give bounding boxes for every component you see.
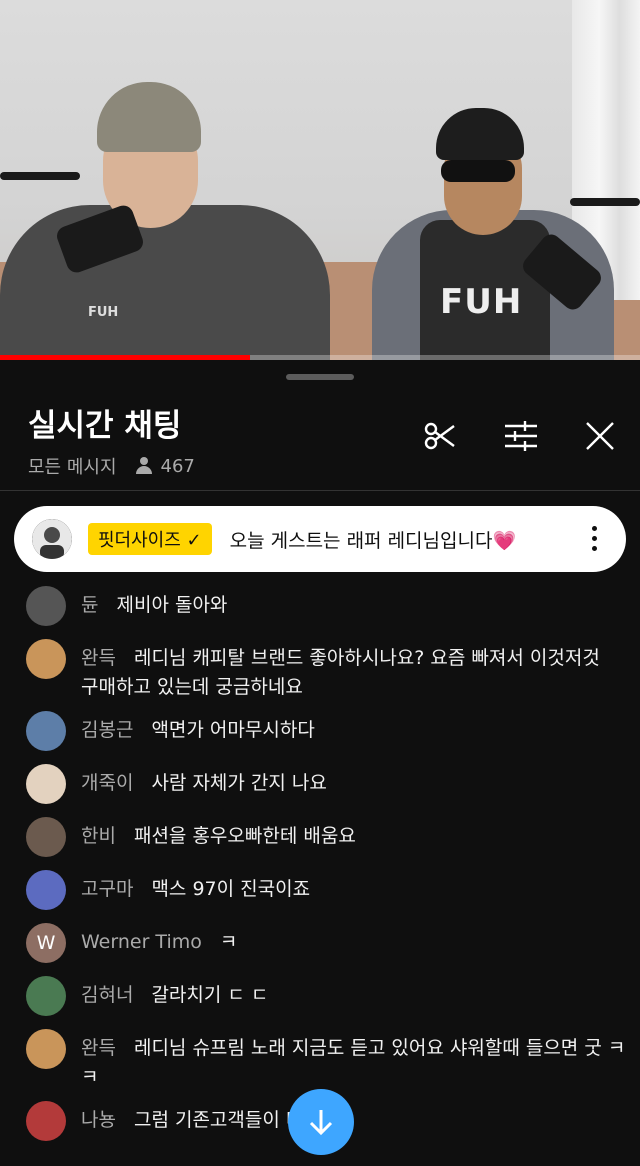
- message-text: 레디님 슈프림 노래 지금도 듣고 있어요 샤워할때 들으면 굿 ㅋ: [133, 1037, 626, 1059]
- close-icon[interactable]: [580, 416, 620, 456]
- author-name[interactable]: 완득: [81, 1037, 116, 1059]
- message-text: 사람 자체가 간지 나요: [151, 772, 327, 794]
- author-name[interactable]: Werner Timo: [81, 931, 202, 953]
- chat-message[interactable]: 김봉근 액면가 어마무시하다: [26, 711, 626, 751]
- guest-right-sunglasses: [441, 160, 515, 182]
- author-name[interactable]: 개죽이: [81, 772, 133, 794]
- author-name[interactable]: 김봉근: [81, 719, 133, 741]
- viewer-count: 467: [160, 455, 195, 477]
- pinned-text: 오늘 게스트는 래퍼 레디님입니다💗: [229, 529, 517, 552]
- author-name[interactable]: 김혀너: [81, 984, 133, 1006]
- message-text: 맥스 97이 진국이죠: [151, 878, 311, 900]
- guest-right-cap: [436, 108, 524, 160]
- channel-badge[interactable]: 핏더사이즈 ✓: [88, 523, 212, 555]
- author-name[interactable]: 고구마: [81, 878, 133, 900]
- arrow-down-icon: [309, 1110, 333, 1136]
- author-avatar[interactable]: [26, 586, 66, 626]
- author-name[interactable]: 완득: [81, 647, 116, 669]
- sliders-icon[interactable]: [501, 416, 541, 456]
- chat-message-body: 완득 레디님 슈프림 노래 지금도 듣고 있어요 샤워할때 들으면 굿 ㅋㅋ: [81, 1029, 625, 1092]
- message-text: 그럼 기존고객들이 더: [133, 1109, 304, 1131]
- author-avatar[interactable]: [26, 1029, 66, 1069]
- host-left-beanie: [97, 82, 201, 152]
- mic-arm-left: [0, 172, 80, 180]
- message-text: 액면가 어마무시하다: [151, 719, 315, 741]
- author-avatar[interactable]: [26, 639, 66, 679]
- message-text-continued: ㅋ: [81, 1066, 99, 1088]
- message-text: ㅋ: [219, 931, 238, 953]
- author-name[interactable]: 나뇽: [81, 1109, 116, 1131]
- chat-message-body: 김혀너 갈라치기 ㄷ ㄷ: [81, 976, 268, 1010]
- chat-message-body: 김봉근 액면가 어마무시하다: [81, 711, 315, 745]
- chat-message-body: 한비 패션을 홍우오빠한테 배움요: [81, 817, 356, 851]
- author-name[interactable]: 한비: [81, 825, 116, 847]
- author-avatar[interactable]: [26, 817, 66, 857]
- chat-message-body: 듄 제비아 돌아와: [81, 586, 227, 620]
- author-avatar[interactable]: W: [26, 923, 66, 963]
- author-avatar[interactable]: [26, 711, 66, 751]
- shirt-logo-left: FUH: [88, 305, 119, 320]
- host-left-body: [0, 205, 330, 360]
- message-text: 패션을 홍우오빠한테 배움요: [133, 825, 356, 847]
- chat-message[interactable]: 한비 패션을 홍우오빠한테 배움요: [26, 817, 626, 857]
- pinned-avatar: [32, 519, 72, 559]
- author-avatar[interactable]: [26, 870, 66, 910]
- message-text: 제비아 돌아와: [116, 594, 228, 616]
- header-divider: [0, 490, 640, 491]
- panel-title: 실시간 채팅: [28, 408, 182, 444]
- chat-message-body: Werner Timo ㅋ: [81, 923, 237, 957]
- message-text: 레디님 캐피탈 브랜드 좋아하시나요? 요즘 빠져서 이것저것: [133, 647, 600, 669]
- live-chat-panel: 실시간 채팅 모든 메시지 467 핏더사이즈 ✓ 오늘 게스트는 래퍼 레디님…: [0, 360, 640, 1166]
- message-text: 갈라치기 ㄷ ㄷ: [151, 984, 269, 1006]
- scroll-down-button[interactable]: [288, 1089, 354, 1155]
- person-icon: [135, 457, 153, 475]
- chat-message[interactable]: 고구마 맥스 97이 진국이죠: [26, 870, 626, 910]
- chat-message-body: 개죽이 사람 자체가 간지 나요: [81, 764, 327, 798]
- pinned-message[interactable]: 핏더사이즈 ✓ 오늘 게스트는 래퍼 레디님입니다💗: [14, 506, 626, 572]
- chat-message-body: 완득 레디님 캐피탈 브랜드 좋아하시나요? 요즘 빠져서 이것저것구매하고 있는…: [81, 639, 600, 702]
- chat-message[interactable]: W Werner Timo ㅋ: [26, 923, 626, 963]
- chat-message-body: 나뇽 그럼 기존고객들이 더: [81, 1101, 303, 1135]
- more-vert-icon[interactable]: [592, 526, 598, 552]
- author-avatar[interactable]: [26, 1101, 66, 1141]
- chat-message[interactable]: 김혀너 갈라치기 ㄷ ㄷ: [26, 976, 626, 1016]
- filter-label: 모든 메시지: [28, 457, 117, 478]
- shirt-logo-right: FUH: [440, 282, 523, 322]
- scissors-icon[interactable]: [420, 416, 460, 456]
- chat-message-body: 고구마 맥스 97이 진국이죠: [81, 870, 310, 904]
- mic-arm-right: [570, 198, 640, 206]
- chat-message[interactable]: 완득 레디님 슈프림 노래 지금도 듣고 있어요 샤워할때 들으면 굿 ㅋㅋ: [26, 1029, 626, 1092]
- chat-message[interactable]: 완득 레디님 캐피탈 브랜드 좋아하시나요? 요즘 빠져서 이것저것구매하고 있는…: [26, 639, 626, 702]
- chat-filter[interactable]: 모든 메시지 467: [28, 453, 195, 479]
- drag-handle[interactable]: [286, 374, 354, 380]
- author-avatar[interactable]: [26, 764, 66, 804]
- author-avatar[interactable]: [26, 976, 66, 1016]
- chat-message[interactable]: 듄 제비아 돌아와: [26, 586, 626, 626]
- message-text-continued: 구매하고 있는데 궁금하네요: [81, 676, 303, 698]
- video-player[interactable]: FUH FUH: [0, 0, 640, 360]
- author-name[interactable]: 듄: [81, 594, 98, 616]
- chat-message[interactable]: 개죽이 사람 자체가 간지 나요: [26, 764, 626, 804]
